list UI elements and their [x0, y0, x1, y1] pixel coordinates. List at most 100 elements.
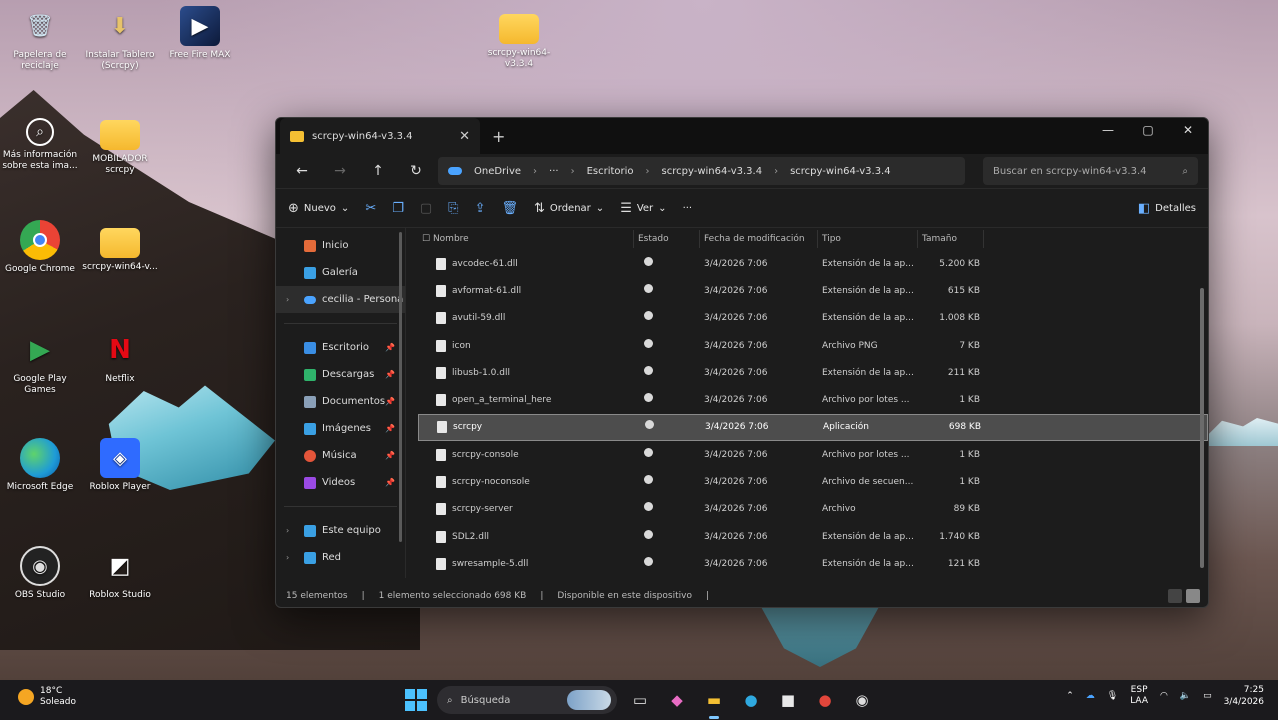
breadcrumb-onedrive[interactable]: OneDrive: [474, 166, 521, 177]
file-list-scrollbar[interactable]: [1200, 288, 1204, 568]
onedrive-tray-icon[interactable]: ☁: [1086, 691, 1095, 701]
desktop-icon-folder-scrcpy-2[interactable]: scrcpy-win64-v...: [82, 220, 158, 273]
task-view-icon[interactable]: ▭: [627, 687, 653, 713]
pin-icon[interactable]: 📌: [385, 451, 395, 460]
search-input[interactable]: Buscar en scrcpy-win64-v3.3.4 ⌕: [983, 157, 1198, 185]
up-button[interactable]: ↑: [362, 163, 394, 179]
file-row[interactable]: SDL2.dll 3/4/2026 7:06 Extensión de la ap.…: [418, 523, 1208, 550]
chevron-up-icon[interactable]: ⌃: [1066, 691, 1074, 701]
file-row[interactable]: scrcpy-server 3/4/2026 7:06 Archivo 89 KB: [418, 496, 1208, 523]
desktop-icon-recycle-bin[interactable]: 🗑 Papelera de reciclaje: [2, 6, 78, 72]
nav-item-escritorio[interactable]: Escritorio 📌: [276, 334, 405, 361]
details-button[interactable]: ◧ Detalles: [1138, 201, 1196, 216]
sort-button[interactable]: ⇅ Ordenar ⌄: [534, 201, 604, 216]
file-row[interactable]: libusb-1.0.dll 3/4/2026 7:06 Extensión de …: [418, 359, 1208, 386]
chrome-icon[interactable]: ●: [812, 687, 838, 713]
nav-item-galeria[interactable]: Galería: [276, 259, 405, 286]
volume-icon[interactable]: 🔈: [1180, 691, 1191, 701]
new-tab-button[interactable]: +: [492, 127, 505, 146]
file-row[interactable]: avcodec-61.dll 3/4/2026 7:06 Extensión de …: [418, 250, 1208, 277]
start-button[interactable]: [405, 689, 427, 711]
pin-icon[interactable]: 📌: [385, 343, 395, 352]
copilot-icon[interactable]: ◆: [664, 687, 690, 713]
battery-icon[interactable]: ▭: [1203, 691, 1212, 701]
nav-item-documentos[interactable]: Documentos 📌: [276, 388, 405, 415]
language-indicator[interactable]: ESP LAA: [1130, 685, 1148, 707]
wifi-icon[interactable]: ◠: [1160, 691, 1168, 701]
breadcrumb[interactable]: OneDrive › ··· › Escritorio › scrcpy-win…: [438, 157, 965, 185]
refresh-button[interactable]: ↻: [400, 163, 432, 179]
desktop-icon-game[interactable]: ▶ Free Fire MAX: [162, 6, 238, 61]
desktop-icon-folder-scrcpy[interactable]: scrcpy-win64-v3.3.4: [481, 6, 557, 70]
column-header-type[interactable]: Tipo: [818, 230, 918, 248]
file-row[interactable]: open_a_terminal_here 3/4/2026 7:06 Archivo…: [418, 386, 1208, 413]
close-button[interactable]: ✕: [1168, 118, 1208, 142]
column-header-status[interactable]: Estado: [634, 230, 700, 248]
obs-icon[interactable]: ◉: [849, 687, 875, 713]
back-button[interactable]: ←: [286, 163, 318, 179]
chevron-right-icon: ›: [645, 165, 650, 177]
paste-button[interactable]: ▢: [420, 201, 432, 216]
file-row[interactable]: scrcpy-console 3/4/2026 7:06 Archivo por l…: [418, 441, 1208, 468]
file-explorer-icon[interactable]: ▬: [701, 687, 727, 719]
microphone-icon[interactable]: 🎙: [1107, 691, 1118, 701]
tiles-view-icon[interactable]: [1186, 589, 1200, 603]
breadcrumb-scrcpy-current[interactable]: scrcpy-win64-v3.3.4: [790, 166, 891, 177]
details-view-icon[interactable]: [1168, 589, 1182, 603]
pin-icon[interactable]: 📌: [385, 397, 395, 406]
nav-item-este-equipo[interactable]: › Este equipo: [276, 517, 405, 544]
clock[interactable]: 7:25 3/4/2026: [1224, 684, 1264, 708]
nav-scrollbar[interactable]: [399, 232, 402, 542]
desktop-icon-edge[interactable]: Microsoft Edge: [2, 438, 78, 493]
file-row[interactable]: scrcpy-noconsole 3/4/2026 7:06 Archivo de …: [418, 468, 1208, 495]
store-icon[interactable]: ■: [775, 687, 801, 713]
column-header-size[interactable]: Tamaño: [918, 230, 984, 248]
desktop-icon-chrome[interactable]: Google Chrome: [2, 220, 78, 275]
nav-item-descargas[interactable]: Descargas 📌: [276, 361, 405, 388]
desktop-icon-netflix[interactable]: N Netflix: [82, 330, 158, 385]
weather-widget[interactable]: 18°C Soleado: [18, 686, 76, 708]
desktop-icon-info[interactable]: ⌕ Más información sobre esta ima...: [2, 118, 78, 172]
file-row[interactable]: avformat-61.dll 3/4/2026 7:06 Extensión de…: [418, 277, 1208, 304]
desktop-icon-installer[interactable]: ⬇ Instalar Tablero (Scrcpy): [82, 6, 158, 72]
pin-icon[interactable]: 📌: [385, 424, 395, 433]
file-row[interactable]: icon 3/4/2026 7:06 Archivo PNG 7 KB: [418, 332, 1208, 359]
more-options-button[interactable]: ···: [683, 203, 693, 214]
nav-item-imagenes[interactable]: Imágenes 📌: [276, 415, 405, 442]
share-button[interactable]: ⇪: [475, 201, 486, 216]
file-row[interactable]: avutil-59.dll 3/4/2026 7:06 Extensión de l…: [418, 305, 1208, 332]
breadcrumb-escritorio[interactable]: Escritorio: [587, 166, 634, 177]
edge-icon[interactable]: ●: [738, 687, 764, 713]
nav-item-videos[interactable]: Videos 📌: [276, 469, 405, 496]
new-button[interactable]: ⊕ Nuevo ⌄: [288, 201, 349, 216]
file-row[interactable]: swresample-5.dll 3/4/2026 7:06 Extensión d…: [418, 550, 1208, 577]
maximize-button[interactable]: ▢: [1128, 118, 1168, 142]
nav-item-red[interactable]: › Red: [276, 544, 405, 571]
breadcrumb-scrcpy-parent[interactable]: scrcpy-win64-v3.3.4: [662, 166, 763, 177]
copy-button[interactable]: ❐: [392, 201, 404, 216]
desktop-icon-roblox-player[interactable]: ◈ Roblox Player: [82, 438, 158, 493]
desktop-icon-folder-mobilador[interactable]: MOBILADOR scrcpy: [82, 112, 158, 176]
nav-item-musica[interactable]: Música 📌: [276, 442, 405, 469]
column-header-date[interactable]: Fecha de modificación: [700, 230, 818, 248]
desktop-icon-roblox-studio[interactable]: ◩ Roblox Studio: [82, 546, 158, 601]
pin-icon[interactable]: 📌: [385, 370, 395, 379]
nav-item-inicio[interactable]: Inicio: [276, 232, 405, 259]
desktop-icon-obs[interactable]: ◉ OBS Studio: [2, 546, 78, 601]
minimize-button[interactable]: —: [1088, 118, 1128, 142]
rename-button[interactable]: ⎘: [448, 201, 458, 216]
file-type-cell: Extensión de la ap...: [822, 285, 914, 296]
file-row[interactable]: scrcpy 3/4/2026 7:06 Aplicación 698 KB: [418, 413, 1208, 442]
tab-scrcpy[interactable]: scrcpy-win64-v3.3.4 ✕: [280, 118, 480, 154]
delete-button[interactable]: 🗑: [501, 201, 518, 216]
breadcrumb-more[interactable]: ···: [549, 166, 559, 177]
nav-item-onedrive[interactable]: › cecilia - Persona: [276, 286, 405, 313]
column-header-name[interactable]: ☐ Nombre: [418, 230, 634, 248]
tab-close-icon[interactable]: ✕: [459, 129, 470, 144]
desktop-icon-play-games[interactable]: ▶ Google Play Games: [2, 330, 78, 396]
pin-icon[interactable]: 📌: [385, 478, 395, 487]
taskbar-search[interactable]: ⌕ Búsqueda: [437, 686, 617, 714]
cut-button[interactable]: ✂: [365, 201, 376, 216]
view-button[interactable]: ☰ Ver ⌄: [620, 201, 666, 216]
forward-button[interactable]: →: [324, 163, 356, 179]
